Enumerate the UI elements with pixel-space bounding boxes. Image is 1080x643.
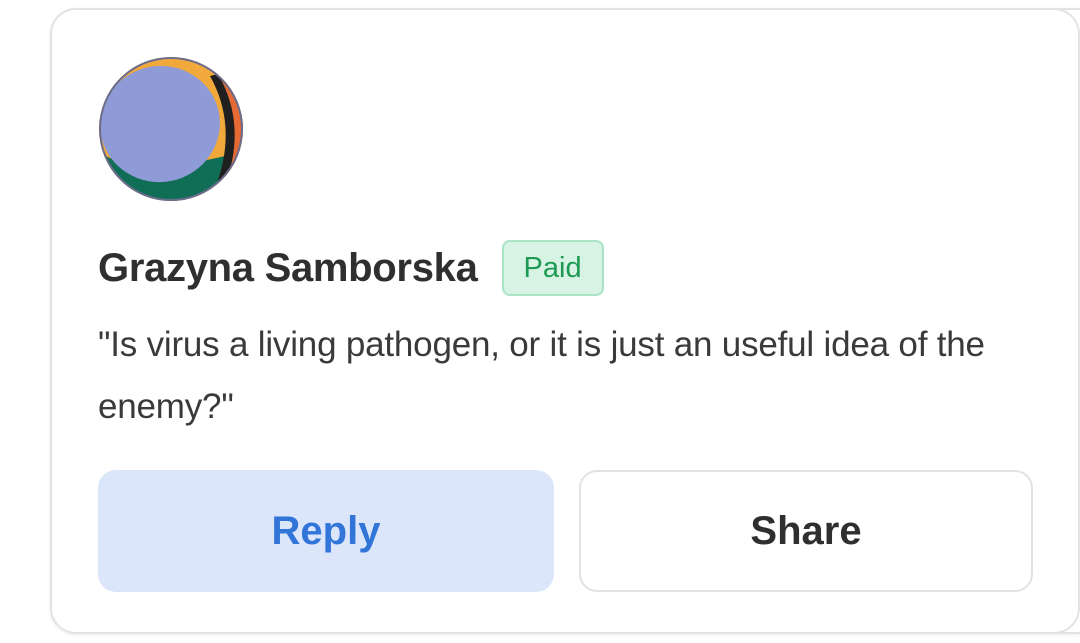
author-name[interactable]: Grazyna Samborska — [98, 246, 478, 291]
avatar[interactable] — [98, 56, 244, 202]
share-button[interactable]: Share — [579, 470, 1033, 592]
comment-text: "Is virus a living pathogen, or it is ju… — [98, 325, 985, 426]
avatar-image — [99, 57, 243, 201]
comment-card: Grazyna Samborska Paid "Is virus a livin… — [50, 8, 1080, 634]
paid-badge: Paid — [501, 240, 604, 296]
reply-button[interactable]: Reply — [98, 470, 554, 592]
author-row: Grazyna Samborska Paid — [98, 240, 604, 296]
